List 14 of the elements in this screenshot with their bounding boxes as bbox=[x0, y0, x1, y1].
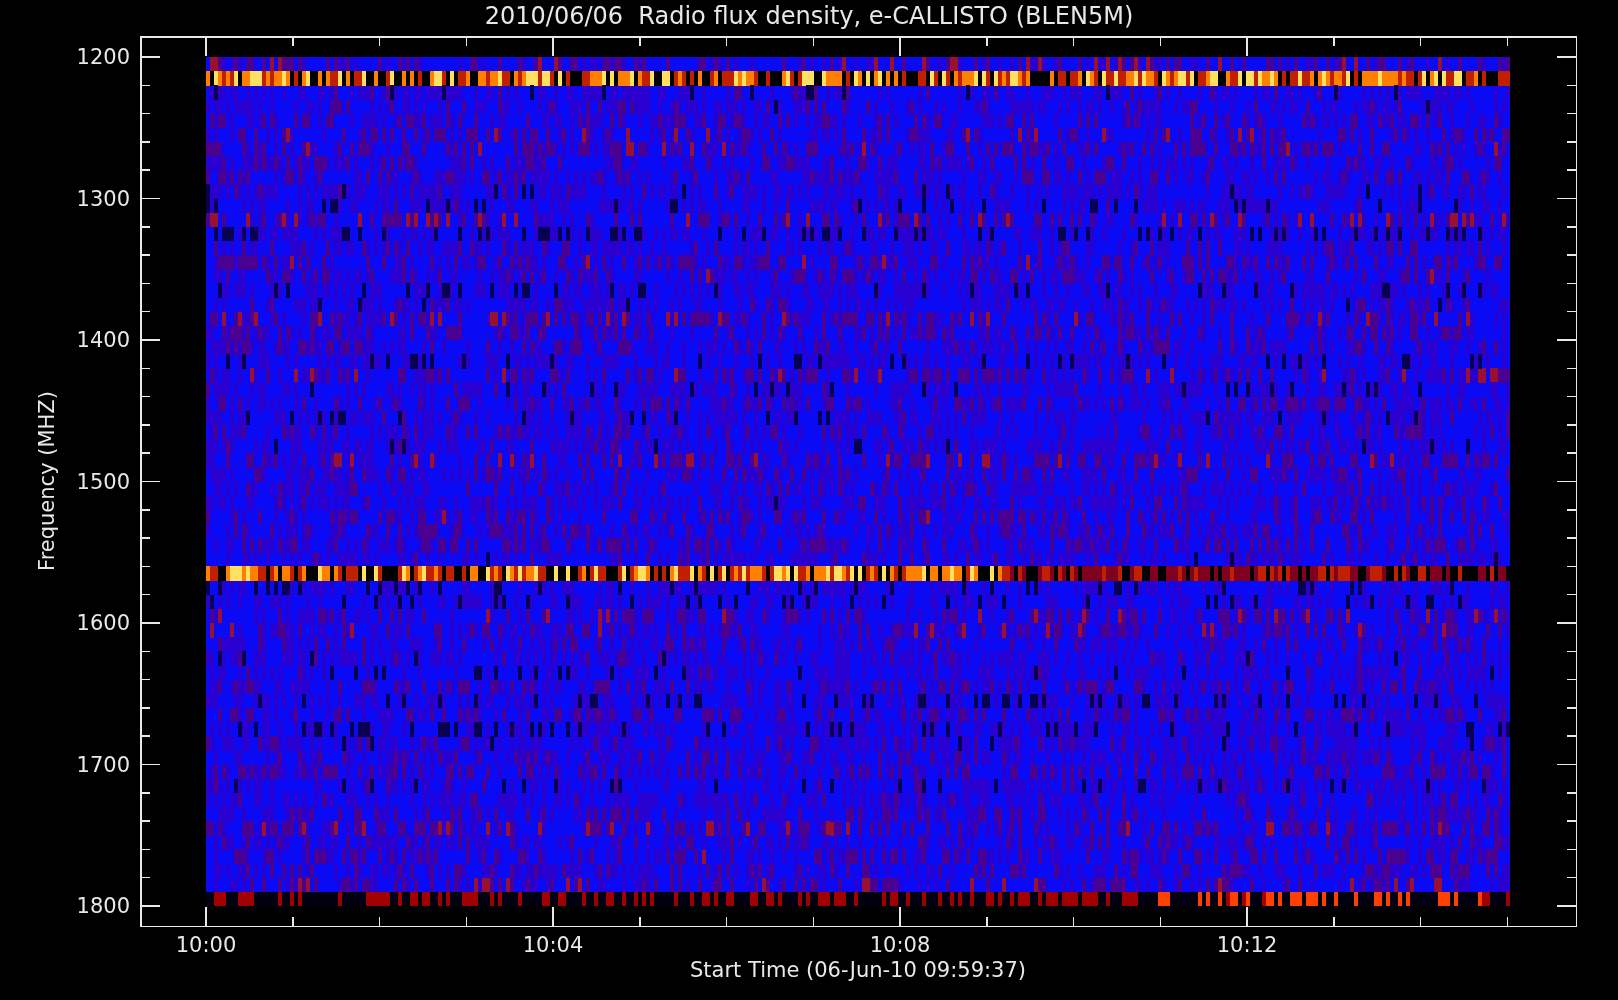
x-tick-label: 10:00 bbox=[175, 933, 237, 957]
y-tick-label: 1400 bbox=[76, 328, 130, 352]
y-tick-label: 1500 bbox=[76, 469, 130, 494]
y-tick-label: 1300 bbox=[76, 186, 130, 211]
y-tick-label: 1700 bbox=[76, 752, 130, 777]
y-tick-label: 1800 bbox=[76, 894, 130, 918]
y-axis-title: Frequency (MHZ) bbox=[35, 391, 59, 571]
y-tick-label: 1200 bbox=[76, 45, 130, 69]
y-tick-label: 1600 bbox=[76, 611, 130, 635]
x-tick-label: 10:08 bbox=[869, 933, 931, 957]
x-axis-title: Start Time (06-Jun-10 09:59:37) bbox=[690, 958, 1026, 982]
chart-title: 2010/06/06 Radio flux density, e-CALLISTO (BLEN5M) bbox=[483, 1, 1135, 32]
x-tick-label: 10:12 bbox=[1216, 933, 1278, 957]
x-tick-label: 10:04 bbox=[522, 933, 584, 957]
